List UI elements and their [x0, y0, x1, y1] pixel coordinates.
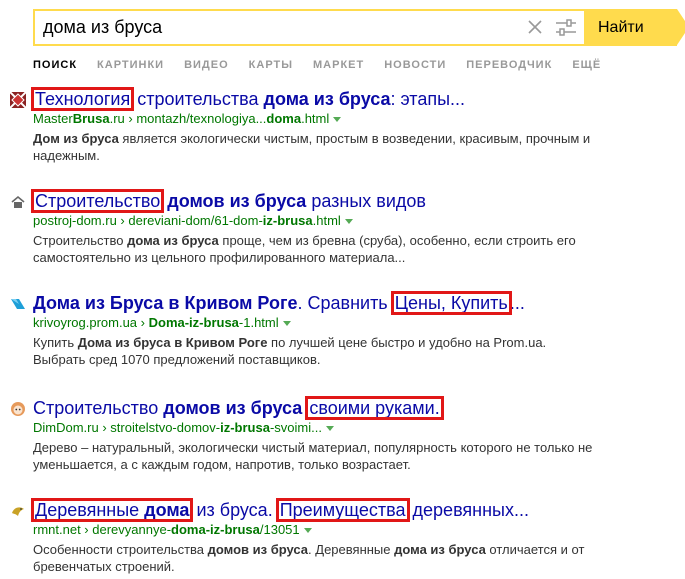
search-button-label: Найти: [598, 18, 644, 36]
url-domain[interactable]: postroj-dom.ru: [33, 213, 117, 228]
search-bar: Найти: [33, 9, 685, 46]
result-url: MasterBrusa.ru › montazh/texnologiya...d…: [33, 111, 342, 127]
result-title[interactable]: Дома из Бруса в Кривом Роге. Сравнить Це…: [33, 291, 525, 315]
url-separator: ›: [80, 522, 93, 537]
url-separator: ›: [137, 315, 149, 330]
url-separator: ›: [124, 111, 137, 126]
prom-bird-icon: [11, 299, 25, 309]
result-snippet: Купить Дома из бруса в Кривом Роге по лу…: [33, 335, 547, 367]
chevron-down-icon[interactable]: [333, 117, 342, 123]
url-path[interactable]: dereviani-dom/61-dom-iz-brusa.html: [128, 213, 340, 228]
chevron-down-icon[interactable]: [303, 528, 312, 534]
result-title[interactable]: Строительство домов из бруса разных видо…: [30, 189, 426, 213]
result-url: postroj-dom.ru › dereviani-dom/61-dom-iz…: [33, 213, 353, 229]
search-input[interactable]: [35, 11, 522, 44]
tab-more[interactable]: Ещё: [572, 59, 601, 73]
tab-translator[interactable]: Переводчик: [466, 59, 552, 73]
url-path[interactable]: montazh/texnologiya...doma.html: [136, 111, 329, 126]
search-tabs: Поиск Картинки Видео Карты Маркет Новост…: [33, 59, 621, 73]
result-title[interactable]: Деревянные дома из бруса. Преимущества д…: [30, 498, 529, 522]
face-avatar-icon: [11, 402, 25, 416]
result-url: rmnt.net › derevyannye-doma-iz-brusa/130…: [33, 522, 312, 538]
chevron-down-icon[interactable]: [282, 321, 291, 327]
url-path[interactable]: Doma-iz-brusa-1.html: [149, 315, 279, 330]
tab-search[interactable]: Поиск: [33, 59, 77, 73]
sliders-icon[interactable]: [554, 17, 578, 39]
url-domain[interactable]: DimDom.ru: [33, 420, 99, 435]
search-button[interactable]: Найти: [584, 9, 685, 46]
url-path[interactable]: derevyannye-doma-iz-brusa/13051: [92, 522, 299, 537]
url-separator: ›: [116, 213, 129, 228]
result-title[interactable]: Строительство домов из бруса своими рука…: [33, 396, 444, 420]
tab-video[interactable]: Видео: [184, 59, 229, 73]
url-separator: ›: [98, 420, 111, 435]
title-part: : этапы...: [390, 89, 466, 109]
tab-news[interactable]: Новости: [384, 59, 446, 73]
chevron-down-icon[interactable]: [325, 426, 334, 432]
result-snippet: Дерево – натуральный, экологически чисты…: [33, 440, 593, 472]
result-snippet: Особенности строительства домов из бруса…: [33, 542, 585, 574]
tab-market[interactable]: Маркет: [313, 59, 364, 73]
title-part: дома из бруса: [263, 89, 391, 109]
result-url: krivoyrog.prom.ua › Doma-iz-brusa-1.html: [33, 315, 291, 331]
result-title[interactable]: Технология строительства дома из бруса: …: [30, 87, 466, 111]
title-part: Технология: [30, 87, 135, 111]
url-domain[interactable]: rmnt.net: [33, 522, 81, 537]
close-icon[interactable]: [525, 17, 545, 37]
tab-maps[interactable]: Карты: [249, 59, 293, 73]
chevron-down-icon[interactable]: [344, 219, 353, 225]
bird-logo-icon: [12, 507, 24, 516]
url-domain[interactable]: krivoyrog.prom.ua: [33, 315, 137, 330]
title-part: строительства: [132, 89, 264, 109]
house-icon: [11, 195, 25, 208]
diamond-logo-icon: [10, 92, 26, 108]
result-snippet: Строительство дома из бруса проще, чем и…: [33, 233, 576, 265]
result-url: DimDom.ru › stroitelstvo-domov-iz-brusa-…: [33, 420, 334, 436]
result-snippet: Дом из бруса является экологически чисты…: [33, 131, 591, 163]
tab-images[interactable]: Картинки: [97, 59, 164, 73]
url-path[interactable]: stroitelstvo-domov-iz-brusa-svoimi...: [110, 420, 322, 435]
url-domain[interactable]: MasterBrusa.ru: [33, 111, 125, 126]
search-button-arrow: [677, 9, 685, 45]
